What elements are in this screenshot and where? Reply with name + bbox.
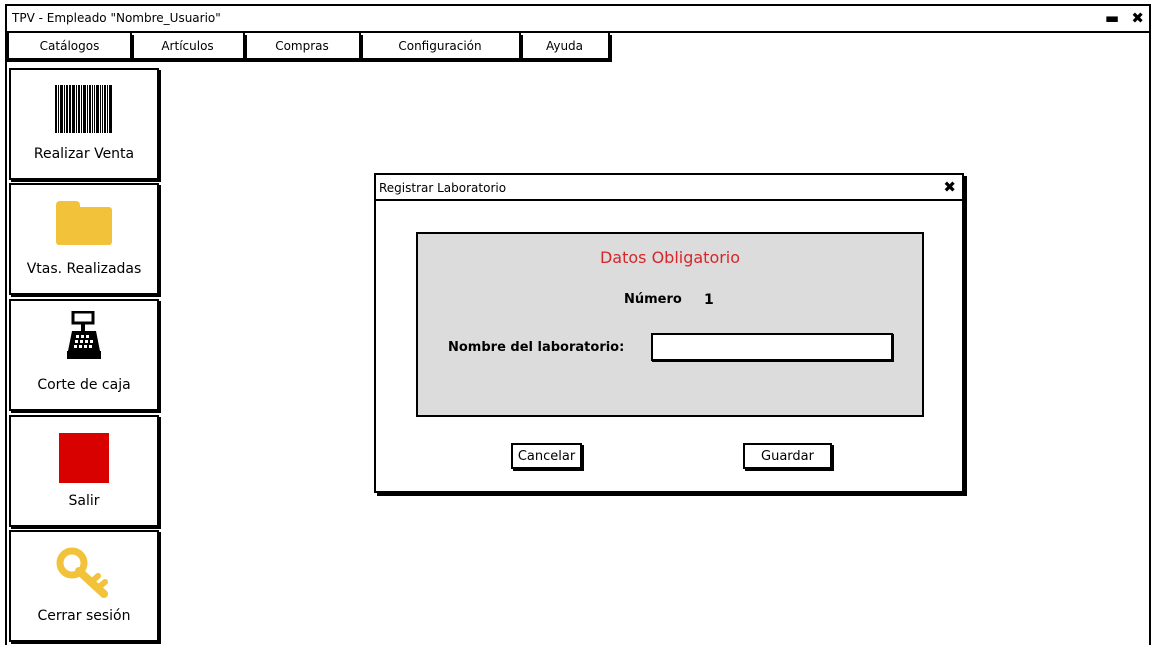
save-button[interactable]: Guardar [743,443,832,469]
close-icon[interactable]: ✖ [943,178,956,196]
numero-label: Número [624,292,682,307]
sidebar-item-label: Salir [68,493,100,509]
sidebar-item-label: Corte de caja [37,377,131,393]
dialog-title-bar: Registrar Laboratorio ✖ [376,175,962,201]
menu-ayuda[interactable]: Ayuda [521,33,610,60]
folder-icon [56,201,112,245]
sidebar-item-salir[interactable]: Salir [9,415,159,527]
menu-catalogos[interactable]: Catálogos [7,33,132,60]
dialog-title: Registrar Laboratorio [379,181,507,195]
sidebar-item-cerrar-sesion[interactable]: Cerrar sesión [9,530,159,642]
numero-value: 1 [704,292,714,308]
nombre-laboratorio-input[interactable] [651,333,893,361]
registrar-laboratorio-dialog: Registrar Laboratorio ✖ Datos Obligatori… [374,173,964,493]
menu-compras[interactable]: Compras [245,33,361,60]
key-icon [56,547,108,598]
required-data-panel: Datos Obligatorio Número 1 Nombre del la… [416,232,924,417]
sidebar-item-label: Vtas. Realizadas [26,261,142,277]
sidebar-item-vtas-realizadas[interactable]: Vtas. Realizadas [9,183,159,295]
minimize-icon[interactable]: ▬ [1105,9,1119,27]
stop-square-icon [59,433,109,483]
title-bar: TPV - Empleado "Nombre_Usuario" ▬ ✖ [7,6,1149,33]
sidebar-item-realizar-venta[interactable]: Realizar Venta [9,68,159,180]
nombre-laboratorio-label: Nombre del laboratorio: [448,340,625,355]
sidebar-item-corte-de-caja[interactable]: Corte de caja [9,299,159,411]
cash-register-icon [67,311,101,359]
panel-heading: Datos Obligatorio [599,248,741,267]
window-title: TPV - Empleado "Nombre_Usuario" [12,11,221,25]
barcode-icon [55,85,113,133]
sidebar-item-label: Cerrar sesión [37,608,131,624]
cancel-button[interactable]: Cancelar [511,443,582,469]
close-icon[interactable]: ✖ [1131,9,1144,27]
menu-configuracion[interactable]: Configuración [361,33,521,60]
menu-articulos[interactable]: Artículos [132,33,245,60]
menu-bar: Catálogos Artículos Compras Configuració… [7,33,610,62]
sidebar-item-label: Realizar Venta [33,146,135,162]
